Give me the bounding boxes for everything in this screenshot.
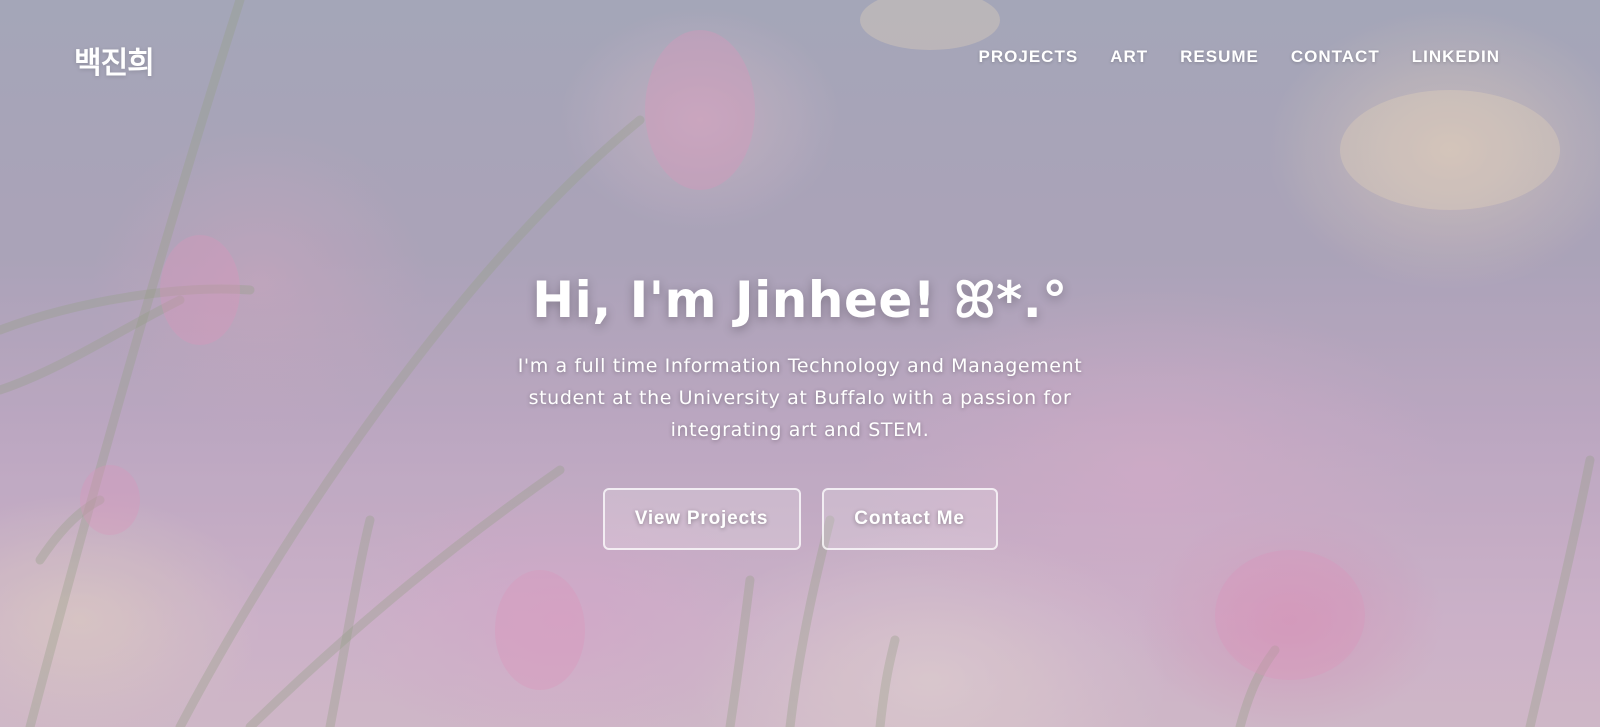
hero-subtitle: I'm a full time Information Technology a… [517,355,1083,441]
contact-me-button[interactable]: Contact Me [821,488,998,550]
nav-item-art: ART [1110,47,1148,67]
nav-link-projects[interactable]: PROJECTS [979,47,1079,66]
hero-content: Hi, I'm Jinhee! ꕤ*.° I'm a full time Inf… [0,270,1600,550]
site-logo[interactable]: 백진희 [74,38,155,82]
nav-item-projects: PROJECTS [979,47,1079,67]
hero-buttons: View Projects Contact Me [0,488,1600,550]
hero-title: Hi, I'm Jinhee! ꕤ*.° [532,271,1068,329]
top-navigation: 백진희 PROJECTS ART RESUME CONTACT LINKEDIN [0,0,1600,118]
nav-menu: PROJECTS ART RESUME CONTACT LINKEDIN [979,47,1500,67]
view-projects-button[interactable]: View Projects [602,488,801,550]
nav-link-resume[interactable]: RESUME [1180,47,1259,66]
nav-link-linkedin[interactable]: LINKEDIN [1412,47,1500,66]
nav-item-contact: CONTACT [1291,47,1380,67]
nav-link-art[interactable]: ART [1110,47,1148,66]
nav-item-linkedin: LINKEDIN [1412,47,1500,67]
nav-item-resume: RESUME [1180,47,1259,67]
nav-link-contact[interactable]: CONTACT [1291,47,1380,66]
